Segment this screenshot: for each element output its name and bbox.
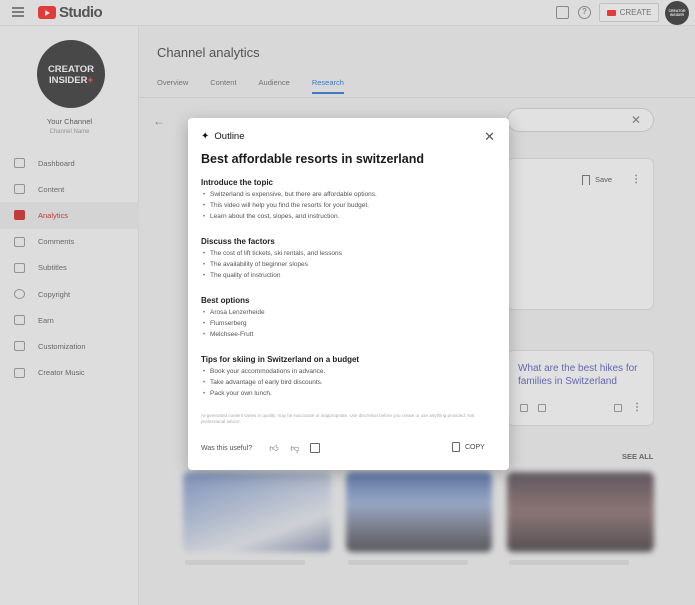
list-item: This video will help you find the resort… [201, 201, 491, 212]
list-item: Melchsee-Frutt [201, 330, 491, 341]
sparkle-icon: ✦ [201, 131, 210, 142]
list-item: The quality of instruction [201, 271, 491, 282]
dialog-header: ✦ Outline [201, 131, 245, 142]
section-heading: Best options [201, 296, 250, 305]
close-icon[interactable]: ✕ [484, 129, 495, 145]
list-item: Switzerland is expensive, but there are … [201, 190, 491, 201]
dialog-header-label: Outline [214, 131, 245, 142]
outline-section: Introduce the topic Switzerland is expen… [201, 178, 491, 222]
feedback-prompt: Was this useful? [201, 445, 253, 452]
copy-button[interactable]: COPY [452, 442, 485, 452]
list-item: Flumserberg [201, 319, 491, 330]
section-heading: Introduce the topic [201, 178, 273, 187]
outline-section: Best options Arosa Lenzerheide Flumserbe… [201, 296, 491, 340]
outline-section: Tips for skiing in Switzerland on a budg… [201, 355, 491, 399]
list-item: Learn about the cost, slopes, and instru… [201, 212, 491, 223]
list-item: Arosa Lenzerheide [201, 308, 491, 319]
section-heading: Tips for skiing in Switzerland on a budg… [201, 355, 360, 364]
outline-title: Best affordable resorts in switzerland [201, 152, 424, 166]
section-heading: Discuss the factors [201, 237, 275, 246]
thumbs-up-icon[interactable]: 👍︎ [269, 443, 279, 453]
copy-icon [452, 442, 460, 452]
list-item: Pack your own lunch. [201, 389, 491, 400]
list-item: Take advantage of early bird discounts. [201, 378, 491, 389]
copy-label: COPY [465, 443, 485, 451]
list-item: Book your accommodations in advance. [201, 367, 491, 378]
outline-section: Discuss the factors The cost of lift tic… [201, 237, 491, 281]
outline-dialog: ✦ Outline ✕ Best affordable resorts in s… [188, 118, 509, 470]
report-flag-icon[interactable] [310, 443, 320, 453]
list-item: The availability of beginner slopes [201, 260, 491, 271]
list-item: The cost of lift tickets, ski rentals, a… [201, 249, 491, 260]
thumbs-down-icon[interactable]: 👎︎ [290, 443, 300, 453]
ai-disclaimer: AI-generated content varies in quality, … [201, 413, 475, 424]
